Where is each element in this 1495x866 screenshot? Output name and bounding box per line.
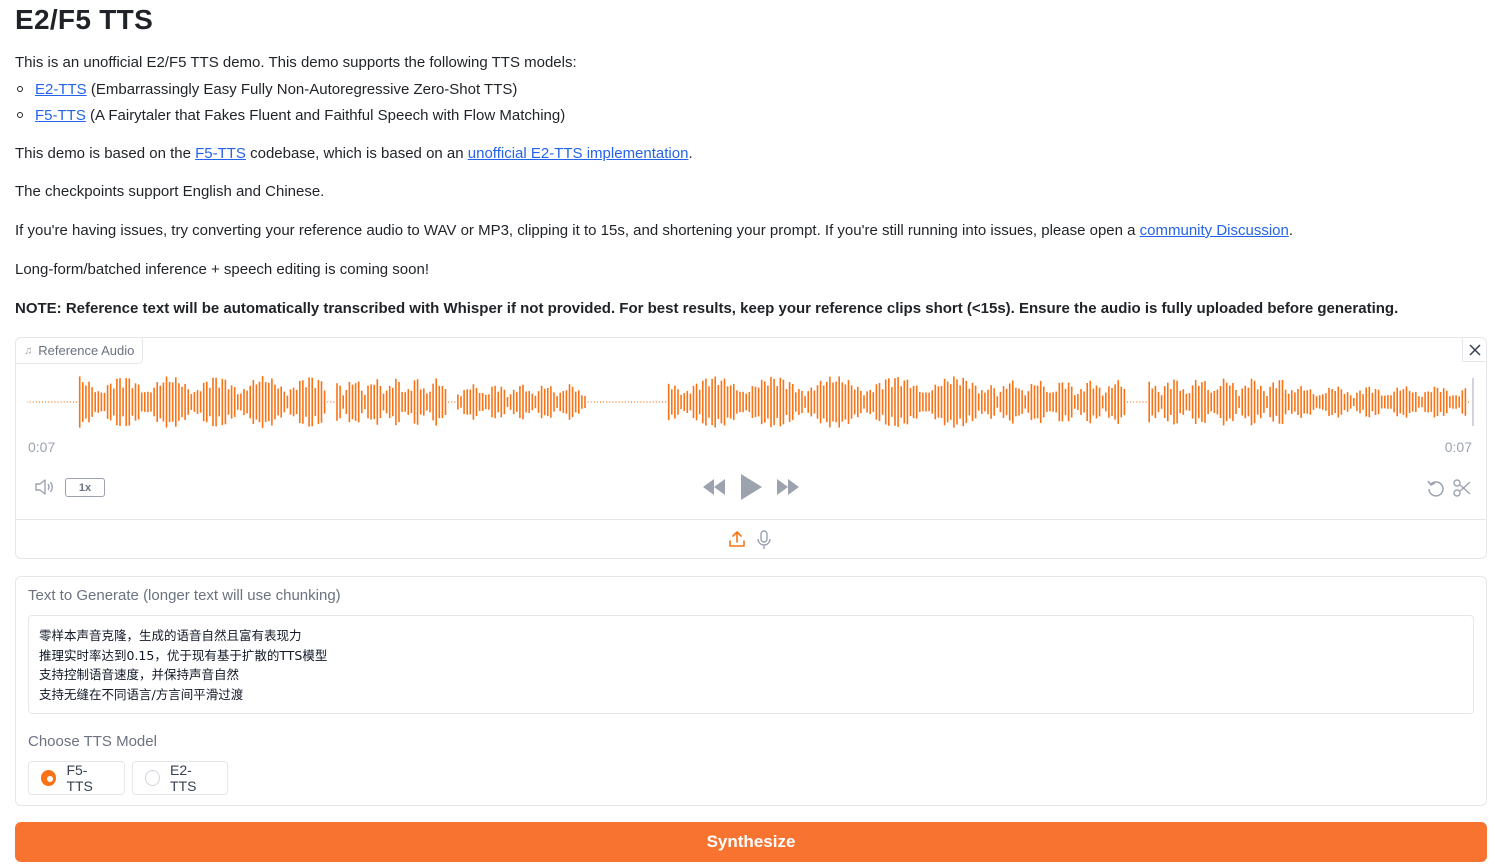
codebase-prefix: This demo is based on the [15,145,196,162]
checkpoints-text: The checkpoints support English and Chin… [15,183,325,200]
volume-icon[interactable] [34,477,56,497]
model-list-item-e2: E2-TTS (Embarrassingly Easy Fully Non-Au… [15,80,517,100]
total-time: 0:07 [1444,439,1472,455]
undo-icon[interactable] [1426,478,1446,498]
bullet-icon [17,112,23,119]
issues-text: If you're having issues, try converting … [15,221,1293,241]
radio-e2-tts[interactable]: E2-TTS [132,761,228,795]
e2-tts-description: (Embarrassingly Easy Fully Non-Autoregre… [86,81,518,98]
bullet-icon [17,86,23,93]
radio-f5-tts[interactable]: F5-TTS [28,761,125,795]
choose-model-label: Choose TTS Model [28,733,157,750]
close-audio-button[interactable] [1462,338,1486,362]
note-text: NOTE: Reference text will be automatical… [15,300,1399,317]
playback-speed-button[interactable]: 1x [65,478,105,497]
radio-e2-tts-label: E2-TTS [170,762,197,794]
e2-implementation-link[interactable]: unofficial E2-TTS implementation [468,145,689,162]
codebase-mid: codebase, which is based on an [245,145,468,162]
fast-forward-icon[interactable] [776,478,800,496]
audio-waveform[interactable] [27,374,1475,430]
radio-f5-tts-label: F5-TTS [66,762,93,794]
play-icon[interactable] [738,472,764,502]
f5-tts-link[interactable]: F5-TTS [35,107,86,124]
text-input-panel: Text to Generate (longer text will use c… [15,576,1487,806]
rewind-icon[interactable] [702,478,726,496]
community-discussion-link[interactable]: community Discussion [1140,222,1289,239]
scissors-icon[interactable] [1452,478,1472,498]
codebase-suffix: . [688,145,693,162]
reference-audio-label: ♫ Reference Audio [16,338,144,364]
reference-audio-panel: ♫ Reference Audio 0:07 0:07 1x [15,337,1487,559]
issues-suffix: . [1288,222,1294,239]
current-time: 0:07 [28,439,56,455]
codebase-text: This demo is based on the F5-TTS codebas… [15,144,693,164]
text-to-generate-label: Text to Generate (longer text will use c… [28,587,341,604]
microphone-icon[interactable] [756,530,772,550]
panel-divider [16,519,1486,520]
text-to-generate-input[interactable]: 零样本声音克隆，生成的语音自然且富有表现力 推理实时率达到0.15，优于现有基于… [28,615,1474,714]
radio-selected-icon [41,770,57,786]
coming-soon-text: Long-form/batched inference + speech edi… [15,261,430,278]
e2-tts-link[interactable]: E2-TTS [35,81,87,98]
close-icon [1468,343,1481,356]
radio-unselected-icon [145,770,161,786]
issues-prefix: If you're having issues, try converting … [15,222,1140,239]
page-title: E2/F5 TTS [15,4,154,35]
f5-tts-codebase-link[interactable]: F5-TTS [195,145,246,162]
f5-tts-description: (A Fairytaler that Fakes Fluent and Fait… [85,107,566,124]
synthesize-button[interactable]: Synthesize [15,822,1487,862]
reference-audio-label-text: Reference Audio [38,343,135,358]
model-list-item-f5: F5-TTS (A Fairytaler that Fakes Fluent a… [15,106,565,126]
upload-icon[interactable] [728,530,746,548]
intro-text: This is an unofficial E2/F5 TTS demo. Th… [15,54,577,71]
music-note-icon: ♫ [24,344,33,357]
